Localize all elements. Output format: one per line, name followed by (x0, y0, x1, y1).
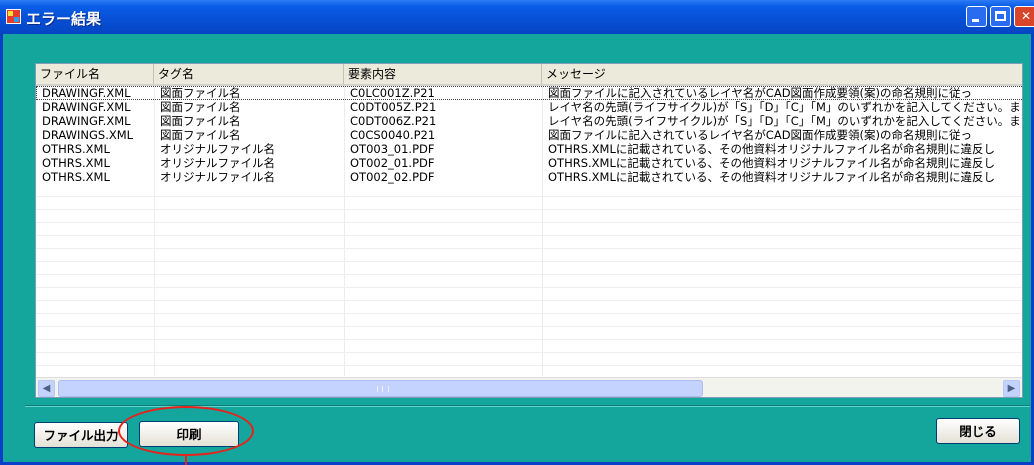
cell-tagname: 図面ファイル名 (160, 128, 241, 142)
cell-tagname: オリジナルファイル名 (160, 170, 275, 184)
empty-row (36, 249, 1022, 262)
column-header-filename[interactable]: ファイル名 (36, 64, 154, 84)
chevron-right-icon: ▶ (1007, 383, 1016, 394)
empty-row (36, 223, 1022, 236)
cell-message: 図面ファイルに記入されているレイヤ名がCAD図面作成要領(案)の命名規則に従っ (548, 128, 973, 142)
cell-filename: OTHRS.XML (42, 156, 110, 170)
cell-element-content: OT002_01.PDF (350, 156, 435, 170)
title-bar[interactable]: エラー結果 ✕ (0, 0, 1034, 34)
cell-element-content: C0LC001Z.P21 (350, 86, 435, 100)
table-row[interactable]: DRAWINGF.XML 図面ファイル名 C0DT005Z.P21 レイヤ名の先… (36, 100, 1023, 114)
cell-tagname: オリジナルファイル名 (160, 156, 275, 170)
table-row[interactable]: DRAWINGS.XML 図面ファイル名 C0CS0040.P21 図面ファイル… (36, 128, 1022, 142)
cell-tagname: 図面ファイル名 (160, 100, 241, 114)
grip-icon (377, 386, 389, 392)
cell-message: OTHRS.XMLに記載されている、その他資料オリジナルファイル名が命名規則に違… (548, 170, 996, 184)
empty-row (36, 184, 1022, 197)
window-title: エラー結果 (26, 10, 102, 28)
cell-filename: DRAWINGF.XML (42, 86, 131, 100)
close-icon: ✕ (1020, 9, 1032, 23)
column-header-element-content[interactable]: 要素内容 (344, 64, 542, 84)
empty-row (36, 197, 1022, 210)
empty-row (36, 262, 1022, 275)
column-header-tagname[interactable]: タグ名 (154, 64, 344, 84)
minimize-icon (972, 19, 979, 22)
cell-filename: DRAWINGF.XML (42, 114, 131, 128)
empty-row (36, 327, 1022, 340)
chevron-left-icon: ◀ (42, 383, 51, 394)
empty-row (36, 275, 1022, 288)
app-icon[interactable] (6, 9, 21, 24)
close-window-button[interactable]: ✕ (1014, 6, 1034, 27)
cell-message: OTHRS.XMLに記載されている、その他資料オリジナルファイル名が命名規則に違… (548, 156, 996, 170)
cell-tagname: 図面ファイル名 (160, 86, 241, 100)
maximize-icon (995, 11, 1006, 21)
error-result-window: エラー結果 ✕ ファイル名 タグ名 要素内容 メッセージ DRAWINGF.XM… (0, 0, 1034, 465)
file-export-button[interactable]: ファイル出力 (34, 422, 128, 448)
scroll-left-button[interactable]: ◀ (38, 380, 55, 397)
cell-filename: OTHRS.XML (42, 142, 110, 156)
empty-row (36, 314, 1022, 327)
cell-filename: DRAWINGS.XML (42, 128, 134, 142)
scrollbar-thumb[interactable] (58, 380, 703, 397)
empty-row (36, 236, 1022, 249)
cell-message: OTHRS.XMLに記載されている、その他資料オリジナルファイル名が命名規則に違… (548, 142, 996, 156)
cell-filename: DRAWINGF.XML (42, 100, 131, 114)
empty-row (36, 210, 1022, 223)
cell-message: レイヤ名の先頭(ライフサイクル)が「S」「D」「C」「M」のいずれかを記入してく… (548, 100, 1023, 114)
minimize-button[interactable] (966, 6, 987, 27)
cell-element-content: C0CS0040.P21 (350, 128, 436, 142)
close-button[interactable]: 閉じる (936, 418, 1020, 444)
scroll-right-button[interactable]: ▶ (1003, 380, 1020, 397)
table-row[interactable]: OTHRS.XML オリジナルファイル名 OT002_02.PDF OTHRS.… (36, 170, 1022, 184)
empty-row (36, 340, 1022, 353)
cell-message: 図面ファイルに記入されているレイヤ名がCAD図面作成要領(案)の命名規則に従っ (548, 86, 973, 100)
error-list[interactable]: ファイル名 タグ名 要素内容 メッセージ DRAWINGF.XML 図面ファイル… (35, 63, 1023, 398)
print-button[interactable]: 印刷 (139, 421, 239, 447)
cell-tagname: オリジナルファイル名 (160, 142, 275, 156)
cell-tagname: 図面ファイル名 (160, 114, 241, 128)
column-header-message[interactable]: メッセージ (542, 64, 1022, 84)
cell-element-content: OT002_02.PDF (350, 170, 435, 184)
table-row[interactable]: OTHRS.XML オリジナルファイル名 OT003_01.PDF OTHRS.… (36, 142, 1022, 156)
cell-message: レイヤ名の先頭(ライフサイクル)が「S」「D」「C」「M」のいずれかを記入してく… (548, 114, 1023, 128)
list-header: ファイル名 タグ名 要素内容 メッセージ (36, 64, 1022, 86)
list-rows: DRAWINGF.XML 図面ファイル名 C0LC001Z.P21 図面ファイル… (36, 86, 1023, 379)
empty-row (36, 353, 1022, 366)
divider (25, 405, 1030, 407)
table-row[interactable]: OTHRS.XML オリジナルファイル名 OT002_01.PDF OTHRS.… (36, 156, 1022, 170)
empty-row (36, 288, 1022, 301)
table-row[interactable]: DRAWINGF.XML 図面ファイル名 C0LC001Z.P21 図面ファイル… (36, 86, 1022, 100)
cell-filename: OTHRS.XML (42, 170, 110, 184)
cell-element-content: C0DT005Z.P21 (350, 100, 437, 114)
annotation-pointer-line (185, 456, 187, 465)
horizontal-scrollbar[interactable]: ◀ ▶ (36, 377, 1022, 397)
empty-row (36, 301, 1022, 314)
table-row[interactable]: DRAWINGF.XML 図面ファイル名 C0DT006Z.P21 レイヤ名の先… (36, 114, 1023, 128)
cell-element-content: C0DT006Z.P21 (350, 114, 437, 128)
maximize-button[interactable] (990, 6, 1011, 27)
cell-element-content: OT003_01.PDF (350, 142, 435, 156)
